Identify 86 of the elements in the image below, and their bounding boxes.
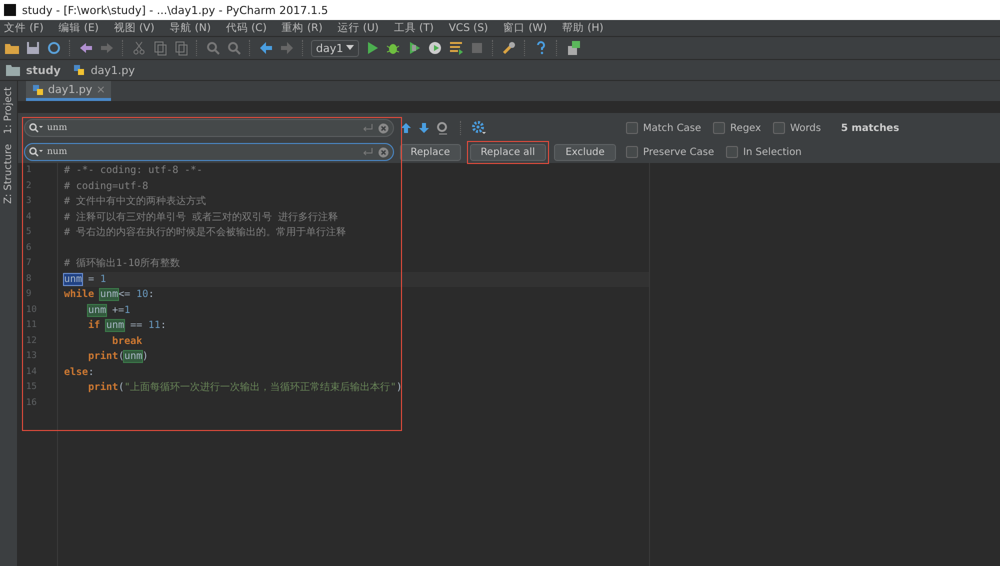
- line-number: 16: [26, 396, 38, 410]
- save-icon[interactable]: [25, 40, 41, 56]
- code-line: print(unm): [88, 351, 148, 362]
- line-number: 4: [26, 210, 32, 224]
- line-number: 7: [26, 257, 32, 270]
- menu-item[interactable]: 视图 (V): [114, 21, 162, 35]
- code-line: while unm<= 10:: [64, 289, 154, 300]
- settings-icon[interactable]: [472, 121, 486, 135]
- line-number: 8: [26, 272, 32, 286]
- breadcrumb-item[interactable]: study: [26, 64, 61, 76]
- code-line: else:: [64, 366, 94, 378]
- python-file-icon: [32, 84, 44, 96]
- window-title: study - [F:\work\study] - ...\day1.py - PyCharm 2017.1.5: [22, 4, 328, 16]
- line-number: 1: [26, 164, 32, 177]
- code-line: break: [112, 336, 142, 346]
- clear-icon[interactable]: [378, 146, 389, 158]
- option-checkbox[interactable]: In Selection: [726, 146, 802, 158]
- enter-icon: [362, 147, 374, 157]
- search-icon[interactable]: [29, 147, 43, 157]
- option-checkbox[interactable]: Words: [773, 122, 821, 134]
- code-line: if unm == 11:: [88, 320, 166, 331]
- replace-button[interactable]: Replace: [400, 144, 462, 160]
- copy-icon[interactable]: [173, 40, 189, 56]
- line-number: 12: [26, 334, 38, 348]
- code-line: unm +=1: [88, 304, 130, 316]
- caret-icon[interactable]: [346, 45, 354, 51]
- down-arrow-icon[interactable]: [418, 122, 430, 134]
- editor-tab[interactable]: day1.py ×: [26, 81, 112, 101]
- code-line: # 循环输出1-10所有整数: [64, 258, 180, 269]
- sdk-icon[interactable]: [565, 40, 582, 56]
- line-number: 3: [26, 195, 32, 208]
- menu-item[interactable]: 工具 (T): [394, 21, 441, 35]
- menu-item[interactable]: 帮助 (H): [562, 21, 610, 35]
- line-number: 15: [26, 381, 38, 394]
- line-number: 10: [26, 304, 38, 316]
- line-number: 9: [26, 288, 32, 301]
- scissors-icon[interactable]: [131, 40, 147, 56]
- tool-window-tab[interactable]: Z: Structure: [3, 144, 14, 204]
- list-run-icon[interactable]: [448, 40, 464, 56]
- menu-item[interactable]: 重构 (R): [282, 21, 330, 35]
- line-number: 2: [26, 180, 32, 192]
- code-line: # 文件中有中文的两种表达方式: [64, 196, 206, 207]
- clear-icon[interactable]: [378, 122, 389, 134]
- match-count: 5 matches: [841, 122, 900, 134]
- back-arrow-icon[interactable]: [258, 40, 274, 56]
- option-checkbox[interactable]: Preserve Case: [626, 146, 714, 158]
- menu-item[interactable]: 窗口 (W): [503, 21, 554, 35]
- wrench-icon[interactable]: [501, 40, 518, 56]
- code-line: # -*- coding: utf-8 -*-: [64, 165, 202, 176]
- tool-window-tab[interactable]: 1: Project: [3, 87, 14, 134]
- replace-all-button[interactable]: Replace all: [470, 144, 546, 160]
- folder-icon: [6, 64, 20, 76]
- menu-item[interactable]: 运行 (U): [338, 21, 386, 35]
- option-checkbox[interactable]: Match Case: [626, 122, 702, 134]
- up-arrow-icon[interactable]: [400, 122, 412, 134]
- enter-icon: [362, 123, 374, 133]
- menu-item[interactable]: 代码 (C): [226, 21, 274, 35]
- code-line: # 号右边的内容在执行的时候是不会被输出的。常用于单行注释: [64, 227, 346, 238]
- line-number: 14: [26, 366, 38, 378]
- menu-item[interactable]: 编辑 (E): [58, 21, 106, 35]
- code-line: unm = 1: [64, 274, 106, 284]
- line-number: 6: [26, 242, 32, 254]
- code-line: # coding=utf-8: [64, 180, 148, 192]
- code-line: # 注释可以有三对的单引号 或者三对的双引号 进行多行注释: [64, 212, 338, 222]
- find-all-icon[interactable]: [436, 121, 450, 135]
- search-field[interactable]: unm: [24, 119, 394, 137]
- python-file-icon: [72, 64, 85, 76]
- line-number: 5: [26, 226, 32, 239]
- menu-item[interactable]: 文件 (F): [4, 21, 51, 35]
- copy-icon[interactable]: [152, 40, 168, 56]
- menu-item[interactable]: VCS (S): [448, 22, 496, 34]
- replace-field[interactable]: num: [24, 143, 394, 161]
- breadcrumb-item[interactable]: day1.py: [90, 64, 135, 76]
- exclude-button[interactable]: Exclude: [554, 144, 616, 160]
- undo-icon[interactable]: [78, 40, 94, 56]
- search-icon[interactable]: [29, 123, 43, 133]
- line-number: 11: [26, 319, 38, 332]
- option-checkbox[interactable]: Regex: [713, 122, 762, 134]
- profile-icon[interactable]: [427, 40, 444, 56]
- menu-item[interactable]: 导航 (N): [169, 21, 218, 35]
- line-number: 13: [26, 350, 38, 363]
- code-line: print("上面每循环一次进行一次输出，当循环正常结束后输出本行"): [88, 382, 402, 393]
- app-icon: [4, 4, 16, 16]
- search-icon[interactable]: [226, 40, 242, 56]
- search-icon[interactable]: [205, 40, 221, 56]
- run-config-dropdown[interactable]: day1: [311, 40, 360, 56]
